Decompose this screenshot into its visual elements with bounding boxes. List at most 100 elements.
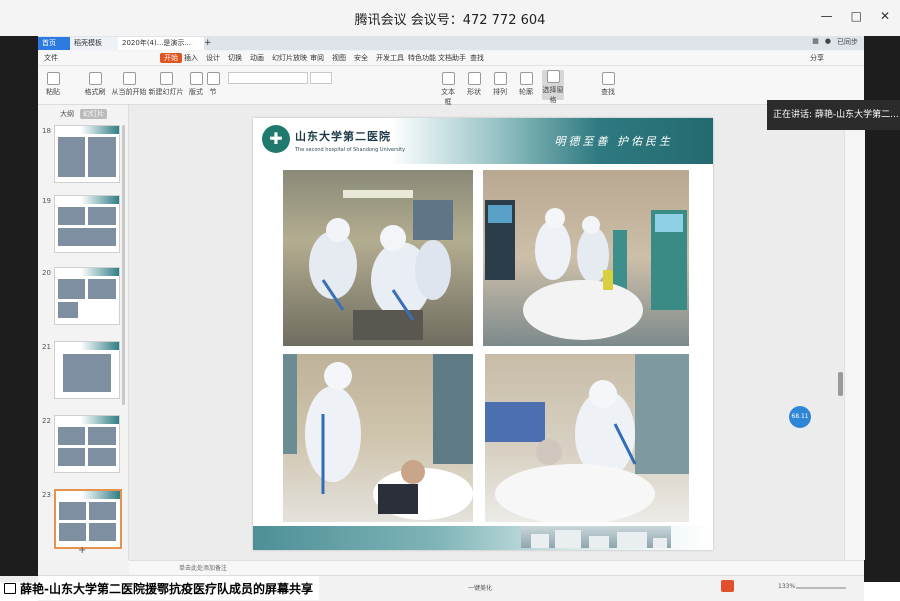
new-slide-button[interactable]: 新建幻灯片: [146, 72, 186, 97]
notes-pane[interactable]: 单击此处添加备注: [129, 560, 864, 575]
slide-header: ✚ 山东大学第二医院 The second hospital of Shando…: [253, 118, 713, 164]
maximize-icon[interactable]: □: [851, 9, 862, 23]
layout-button[interactable]: 版式: [188, 72, 204, 97]
select-pane-button[interactable]: 选择窗格: [542, 70, 564, 104]
layout-icon: [189, 72, 203, 85]
tab-home[interactable]: 首页: [38, 37, 74, 50]
photo-medical-team-1: [283, 170, 473, 346]
menu-slideshow[interactable]: 幻灯片放映: [272, 53, 307, 63]
slide-thumbnail[interactable]: [54, 125, 120, 183]
tab-document[interactable]: 2020年(4)...是演示...: [118, 37, 204, 50]
play-icon: [122, 72, 136, 85]
hospital-logo: ✚: [262, 125, 290, 153]
menu-developer[interactable]: 开发工具: [376, 53, 404, 63]
thumbnail-scrollbar[interactable]: [122, 125, 125, 405]
paste-button[interactable]: 粘贴: [44, 72, 62, 97]
thumb-number: 19: [42, 197, 51, 205]
brush-icon: [88, 72, 102, 85]
menu-features[interactable]: 特色功能: [408, 53, 436, 63]
meeting-title: 腾讯会议 会议号：472 772 604: [354, 13, 546, 28]
paste-icon: [46, 72, 60, 85]
slide-thumbnail-selected[interactable]: [54, 489, 122, 549]
thumb-number: 18: [42, 127, 51, 135]
section-button[interactable]: 节: [206, 72, 220, 97]
tabbar-right: ▦ ● 已同步: [812, 37, 858, 47]
find-button[interactable]: 查找: [598, 72, 618, 97]
outline-button[interactable]: 轮廓: [516, 72, 536, 97]
zoom-level: 133%: [778, 583, 796, 590]
canvas-scrollbar[interactable]: [838, 372, 843, 396]
arrange-icon: [493, 72, 507, 85]
format-painter-button[interactable]: 格式刷: [84, 72, 106, 97]
layout-icon[interactable]: ▦: [812, 37, 819, 47]
university-name: 山东大学第二医院: [295, 130, 391, 143]
app-tab-bar: 首页 稻壳模板 2020年(4)...是演示... + ▦ ● 已同步: [38, 36, 864, 50]
window-controls: — □ ✕: [821, 9, 890, 23]
menu-animation[interactable]: 动画: [250, 53, 264, 63]
slide-thumbnail[interactable]: [54, 341, 120, 399]
photo-patient-care-1: [283, 354, 473, 522]
slide-thumbnail[interactable]: [54, 195, 120, 253]
menu-security[interactable]: 安全: [354, 53, 368, 63]
menu-search[interactable]: 查找: [470, 53, 484, 63]
section-icon: [206, 72, 220, 85]
thumb-number: 21: [42, 343, 51, 351]
outline-icon: [519, 72, 533, 85]
user-avatar[interactable]: ●: [825, 37, 831, 47]
menu-view[interactable]: 视图: [332, 53, 346, 63]
slide-thumbnail[interactable]: [54, 267, 120, 325]
play-from-current-button[interactable]: 从当前开始: [110, 72, 148, 97]
sync-status[interactable]: 已同步: [837, 37, 858, 47]
shared-screen: 首页 稻壳模板 2020年(4)...是演示... + ▦ ● 已同步 文件 开…: [38, 36, 865, 601]
shape-icon: [467, 72, 481, 85]
textbox-icon: [441, 72, 455, 85]
menu-design[interactable]: 设计: [206, 53, 220, 63]
find-icon: [601, 72, 615, 85]
thumbnail-view-tabs: 大纲 幻灯片: [60, 109, 107, 119]
notes-placeholder[interactable]: 单击此处添加备注: [179, 563, 227, 572]
select-icon: [546, 70, 560, 83]
floating-assistant-button[interactable]: 68.11: [789, 406, 811, 428]
menu-transition[interactable]: 切换: [228, 53, 242, 63]
share-button[interactable]: 分享: [810, 53, 824, 63]
menu-bar: 文件 开始 插入 设计 切换 动画 幻灯片放映 审阅 视图 安全 开发工具 特色…: [38, 51, 864, 66]
slide-thumbnail[interactable]: [54, 415, 120, 473]
photo-patient-care-2: [485, 354, 689, 522]
slide-canvas: ✚ 山东大学第二医院 The second hospital of Shando…: [129, 105, 844, 560]
shape-button[interactable]: 形状: [464, 72, 484, 97]
screen-share-caption: 薛艳-山东大学第二医院援鄂抗疫医疗队成员的屏幕共享: [0, 576, 319, 600]
menu-review[interactable]: 审阅: [310, 53, 324, 63]
new-tab-button[interactable]: +: [200, 37, 218, 50]
textbox-button[interactable]: 文本框: [438, 72, 458, 107]
menu-file[interactable]: 文件: [44, 53, 58, 63]
play-slideshow-button[interactable]: [721, 580, 734, 592]
screen-share-label: 薛艳-山东大学第二医院援鄂抗疫医疗队成员的屏幕共享: [20, 581, 313, 596]
close-icon[interactable]: ✕: [880, 9, 890, 23]
arrange-button[interactable]: 排列: [490, 72, 510, 97]
hospital-motto: 明德至善 护佑民生: [554, 135, 673, 148]
menu-insert[interactable]: 插入: [184, 53, 198, 63]
thumb-number: 23: [42, 491, 51, 499]
beautify-button[interactable]: 一键美化: [468, 583, 492, 592]
menu-home[interactable]: 开始: [160, 53, 182, 63]
thumb-number: 20: [42, 269, 51, 277]
right-tool-panel: [844, 105, 865, 560]
tab-outline[interactable]: 大纲: [60, 109, 74, 119]
tab-slides[interactable]: 幻灯片: [80, 109, 107, 119]
university-name-en: The second hospital of Shandong Universi…: [295, 147, 406, 153]
zoom-slider[interactable]: [796, 587, 846, 589]
speaking-indicator: 正在讲话: 薛艳-山东大学第二...: [767, 100, 900, 130]
new-slide-icon: [159, 72, 173, 85]
photo-medical-team-2: [483, 170, 689, 346]
add-slide-icon[interactable]: +: [78, 545, 86, 556]
current-slide[interactable]: ✚ 山东大学第二医院 The second hospital of Shando…: [253, 118, 713, 550]
font-size-select[interactable]: [310, 72, 332, 84]
tab-template[interactable]: 稻壳模板: [70, 37, 120, 50]
screen-share-icon: [4, 582, 16, 594]
minimize-icon[interactable]: —: [821, 9, 833, 23]
meeting-title-bar: 腾讯会议 会议号：472 772 604 — □ ✕: [0, 0, 900, 37]
menu-assistant[interactable]: 文档助手: [438, 53, 466, 63]
font-name-select[interactable]: [228, 72, 308, 84]
ribbon-toolbar: 粘贴 格式刷 从当前开始 新建幻灯片 版式 节 文本框 形状 排列 轮廓 选择窗…: [38, 66, 864, 107]
thumb-number: 22: [42, 417, 51, 425]
